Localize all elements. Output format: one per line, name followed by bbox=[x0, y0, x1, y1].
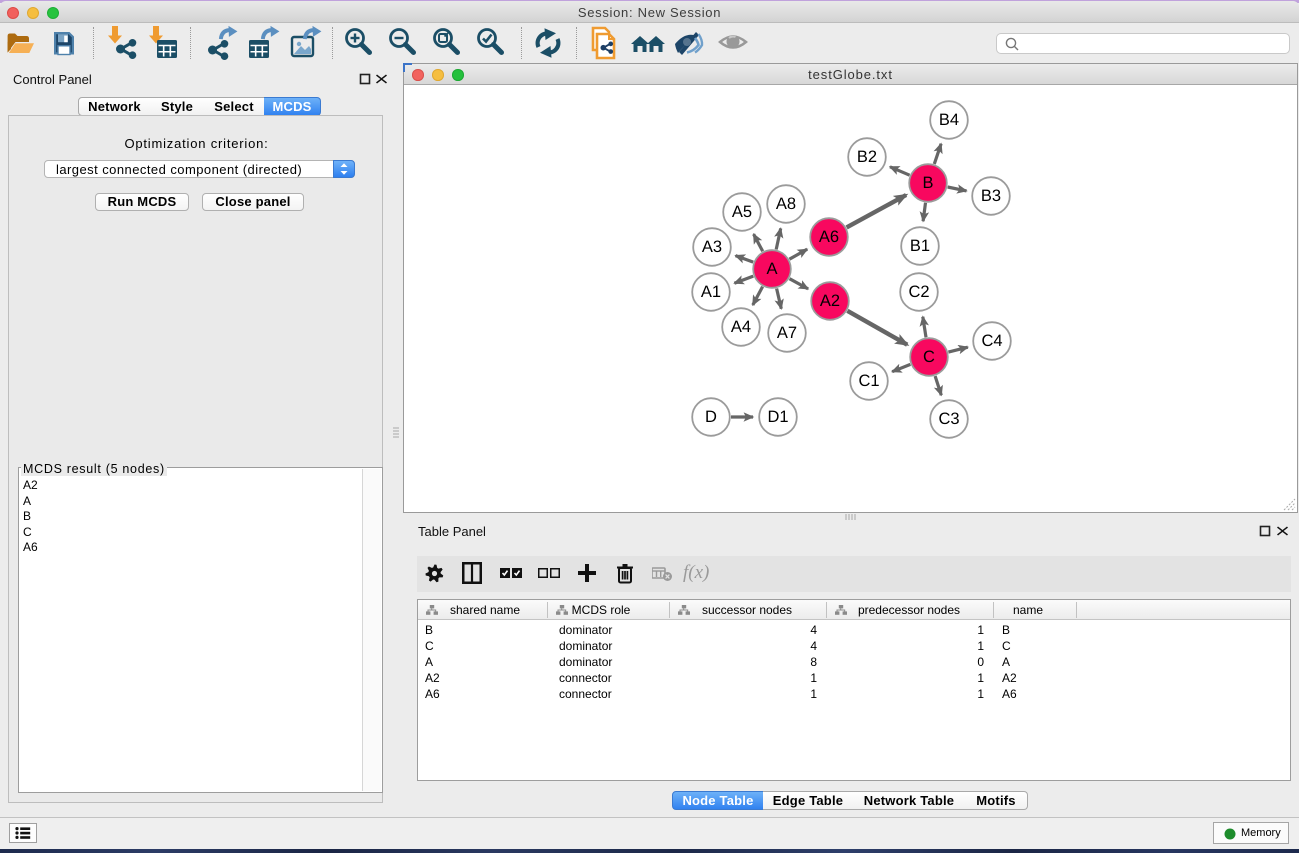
svg-text:C4: C4 bbox=[981, 332, 1002, 350]
svg-text:A1: A1 bbox=[701, 283, 721, 301]
svg-text:A2: A2 bbox=[820, 292, 840, 310]
svg-text:A7: A7 bbox=[777, 324, 797, 342]
svg-text:A3: A3 bbox=[702, 238, 722, 256]
svg-text:A: A bbox=[766, 260, 777, 278]
svg-text:C3: C3 bbox=[938, 410, 959, 428]
svg-text:C2: C2 bbox=[908, 283, 929, 301]
svg-text:C: C bbox=[923, 348, 935, 366]
svg-text:A4: A4 bbox=[731, 318, 751, 336]
svg-text:A5: A5 bbox=[732, 203, 752, 221]
svg-text:A6: A6 bbox=[819, 228, 839, 246]
svg-text:B3: B3 bbox=[981, 187, 1001, 205]
svg-text:D1: D1 bbox=[767, 408, 788, 426]
svg-text:B2: B2 bbox=[857, 148, 877, 166]
svg-text:B1: B1 bbox=[910, 237, 930, 255]
svg-text:B: B bbox=[922, 174, 933, 192]
svg-text:C1: C1 bbox=[858, 372, 879, 390]
svg-text:D: D bbox=[705, 408, 717, 426]
svg-text:B4: B4 bbox=[939, 111, 959, 129]
svg-text:A8: A8 bbox=[776, 195, 796, 213]
